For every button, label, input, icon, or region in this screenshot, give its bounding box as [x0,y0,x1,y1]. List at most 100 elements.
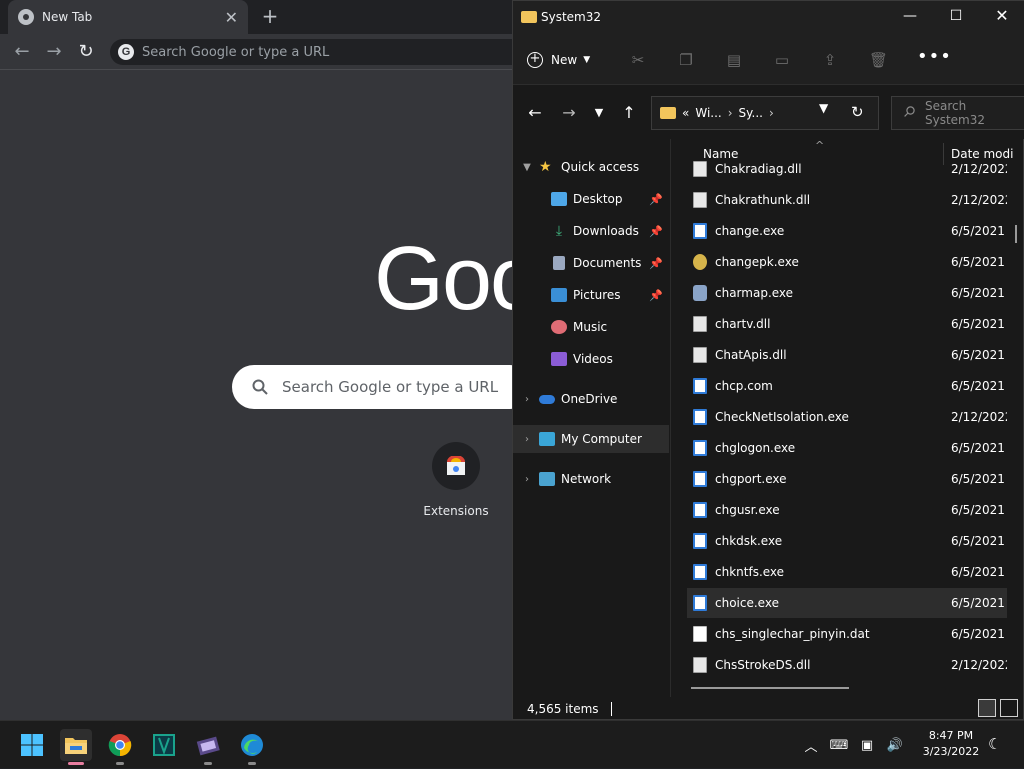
volume-icon[interactable]: 🔊 [884,738,906,753]
system-tray: ︿ ⌨ ▣ 🔊 [800,721,912,769]
chevron-right-icon[interactable]: › [519,394,535,405]
file-row[interactable]: Chakrathunk.dll 2/12/2022 [687,185,1007,215]
address-dropdown-icon[interactable]: ▼ [819,101,828,115]
cut-icon[interactable]: ✂ [629,51,647,69]
exe-file-icon [693,533,707,549]
taskbar-edge[interactable] [236,729,268,765]
refresh-icon[interactable]: ↻ [851,103,864,121]
file-row[interactable]: chcp.com6/5/2021 5 [687,371,1007,401]
nav-label: Downloads [573,224,639,238]
nav-item-onedrive[interactable]: › OneDrive [513,385,669,413]
paste-icon[interactable]: ▤ [725,51,743,69]
taskbar-app-media[interactable] [148,729,180,761]
address-overflow-chevrons[interactable]: « [682,106,689,120]
horizontal-scrollbar-thumb[interactable] [691,687,849,689]
file-row[interactable]: chs_singlechar_pinyin.dat6/5/2021 5 [687,619,1007,649]
file-row[interactable]: CheckNetIsolation.exe 2/12/2022 [687,402,1007,432]
chevron-right-icon[interactable]: › [519,434,535,445]
up-arrow-icon[interactable]: ↑ [619,103,639,123]
item-count: 4,565 items [527,702,599,716]
file-date-modified: 2/12/2022 [951,658,1007,672]
chevron-down-icon[interactable]: ▼ [519,162,535,173]
large-icons-view-icon[interactable] [1000,699,1018,717]
reload-icon[interactable]: ↻ [74,40,98,64]
nav-item-documents[interactable]: Documents 📌 [513,249,669,277]
breadcrumb-separator-icon: › [727,106,733,120]
running-indicator [248,762,256,765]
address-bar[interactable]: « Wi... › Sy... › [651,96,879,130]
new-tab-button[interactable]: + [258,4,282,28]
back-arrow-icon[interactable]: ← [525,103,545,123]
nav-item-music[interactable]: Music [513,313,669,341]
clock[interactable]: 8:47 PM 3/23/2022 [916,728,986,760]
dll-file-icon [693,316,707,332]
nav-item-network[interactable]: › Network [513,465,669,493]
taskbar-file-explorer[interactable] [60,729,92,765]
copy-icon[interactable]: ❐ [677,51,695,69]
clock-time: 8:47 PM [928,729,974,742]
pin-icon: 📌 [649,288,663,302]
chevron-up-icon[interactable]: ︿ [800,736,822,755]
nav-item-quick-access[interactable]: ▼ ★ Quick access [513,153,669,181]
taskbar-video-editor[interactable] [192,729,224,765]
clock-date: 3/23/2022 [922,745,980,758]
file-row[interactable]: ChsStrokeDS.dll 2/12/2022 [687,650,1007,680]
close-icon[interactable]: ✕ [225,8,238,27]
keyboard-icon[interactable]: ⌨ [828,738,850,753]
ntp-search-box[interactable]: Search Google or type a URL [232,365,532,409]
close-icon[interactable]: ✕ [979,1,1024,33]
exe-file-icon [693,502,707,518]
breadcrumb-windows[interactable]: Wi... [695,106,721,120]
nav-label: Music [573,320,608,334]
recent-locations-chevron-icon[interactable]: ▼ [589,103,609,123]
vertical-scrollbar-thumb[interactable] [1015,225,1017,243]
file-row[interactable]: chkntfs.exe6/5/2021 5 [687,557,1007,587]
file-row[interactable]: ChatApis.dll6/5/2021 5 [687,340,1007,370]
new-button[interactable]: + New ▼ [527,47,590,73]
forward-arrow-icon[interactable]: → [559,103,579,123]
file-row[interactable]: chkdsk.exe6/5/2021 5 [687,526,1007,556]
file-row[interactable]: chartv.dll6/5/2021 5 [687,309,1007,339]
more-options-icon[interactable]: ••• [917,47,951,71]
nav-label: My Computer [561,432,642,446]
nav-item-my-computer[interactable]: › My Computer [513,425,669,453]
start-button[interactable] [16,729,48,761]
taskbar-chrome[interactable] [104,729,136,765]
nav-label: OneDrive [561,392,618,406]
search-icon [904,106,915,120]
share-icon[interactable]: ⇪ [821,51,839,69]
details-view-icon[interactable] [978,699,996,717]
file-row[interactable]: charmap.exe6/5/2021 5 [687,278,1007,308]
file-row[interactable]: choice.exe6/5/2021 5 [687,588,1007,618]
rename-icon[interactable]: ▭ [773,51,791,69]
chevron-right-icon[interactable]: › [519,474,535,485]
file-row[interactable]: changepk.exe6/5/2021 5 [687,247,1007,277]
file-row[interactable]: chgusr.exe6/5/2021 7 [687,495,1007,525]
forward-arrow-icon[interactable]: → [42,40,66,64]
search-input[interactable]: Search System32 [891,96,1024,130]
shortcut-tile-extensions[interactable]: Extensions [420,442,492,518]
status-divider [610,702,612,716]
nav-item-desktop[interactable]: Desktop 📌 [513,185,669,213]
file-row[interactable]: Chakradiag.dll 2/12/2022 [687,154,1007,184]
file-date-modified: 6/5/2021 7 [951,472,1007,486]
back-arrow-icon[interactable]: ← [10,40,34,64]
maximize-icon[interactable]: ☐ [933,1,979,33]
omnibox-input[interactable]: G Search Google or type a URL [110,39,530,65]
breadcrumb-system32[interactable]: Sy... [739,106,763,120]
nav-label: Desktop [573,192,623,206]
computer-icon [539,432,555,446]
file-row[interactable]: chglogon.exe6/5/2021 7 [687,433,1007,463]
delete-icon[interactable]: 🗑 [869,51,888,69]
file-row[interactable]: change.exe6/5/2021 7 [687,216,1007,246]
command-bar: + New ▼ ✂ ❐ ▤ ▭ ⇪ 🗑 ••• [513,33,1024,85]
chrome-tab-new-tab[interactable]: New Tab ✕ [8,0,248,34]
nav-item-downloads[interactable]: ⤓ Downloads 📌 [513,217,669,245]
minimize-icon[interactable]: — [887,1,933,33]
file-row[interactable]: chgport.exe6/5/2021 7 [687,464,1007,494]
address-row: ← → ▼ ↑ « Wi... › Sy... › ▼ ↻ Search Sys… [513,85,1024,139]
network-status-icon[interactable]: ▣ [856,738,878,753]
nav-item-pictures[interactable]: Pictures 📌 [513,281,669,309]
nav-item-videos[interactable]: Videos [513,345,669,373]
focus-assist-moon-icon[interactable]: ☾ [988,735,1001,753]
